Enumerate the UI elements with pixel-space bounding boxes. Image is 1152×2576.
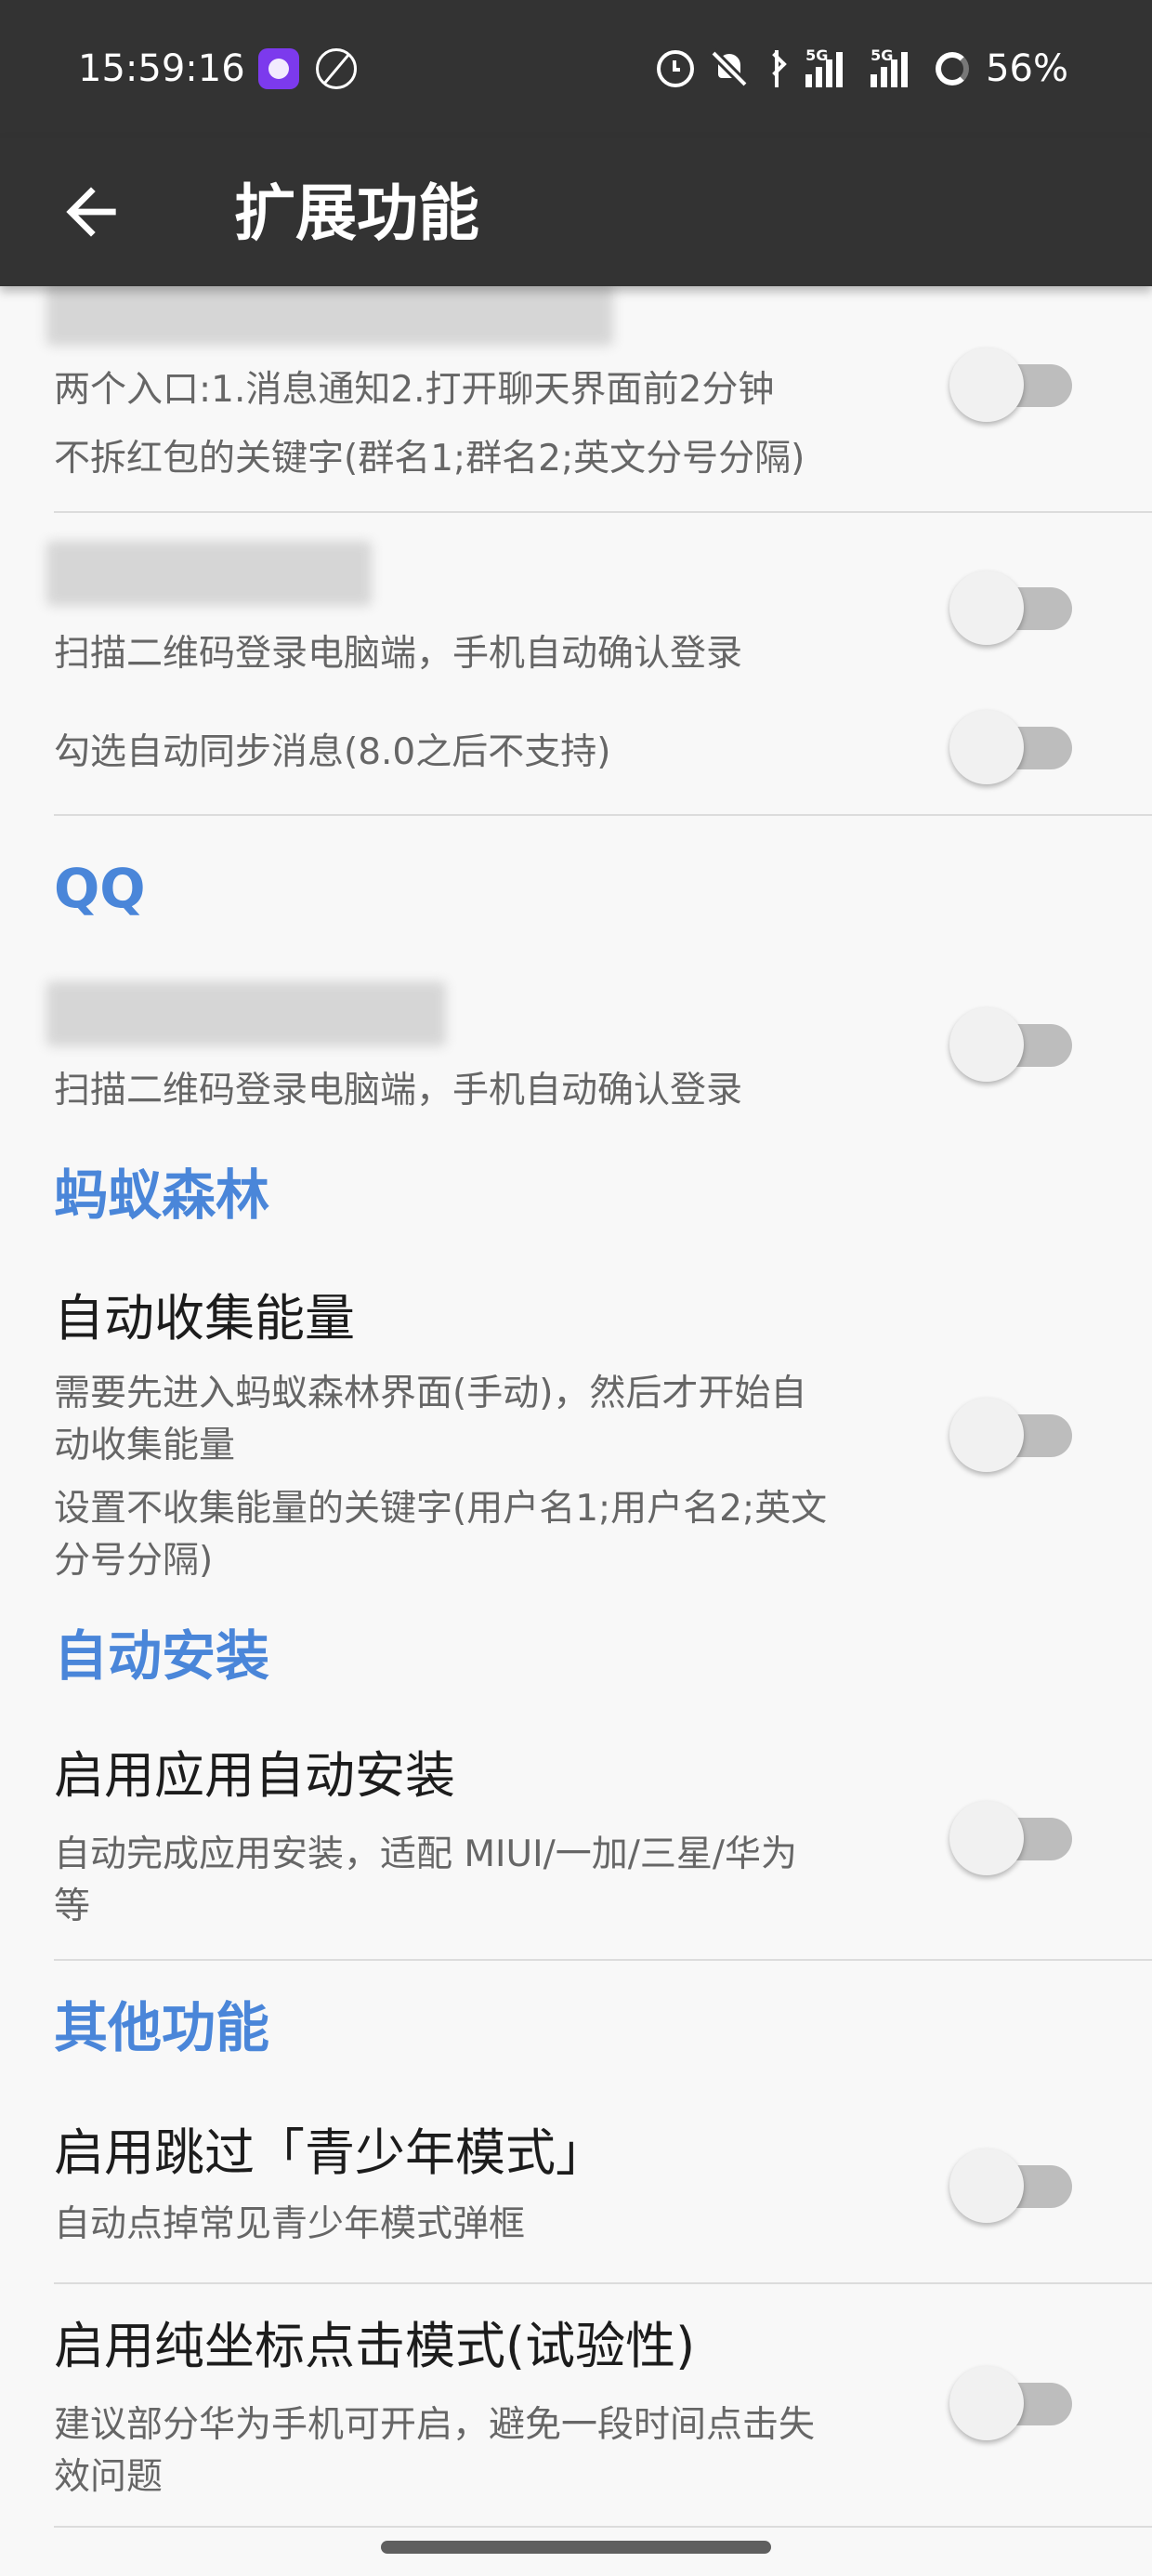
preference-title[interactable]: 启用应用自动安装: [54, 1743, 455, 1808]
toggle-switch[interactable]: [949, 2364, 1074, 2440]
category-title: 自动安装: [54, 1624, 270, 1688]
preference-summary: 自动点掉常见青少年模式弹框: [54, 2203, 526, 2245]
preference-title[interactable]: 启用纯坐标点击模式(试验性): [54, 2314, 695, 2379]
preference-title[interactable]: 启用跳过「青少年模式」: [54, 2121, 606, 2186]
app-bar: 扩展功能: [0, 138, 1152, 286]
gesture-nav-handle[interactable]: [381, 2541, 771, 2554]
status-time: 15:59:16: [78, 47, 245, 90]
page-title: 扩展功能: [234, 177, 479, 249]
battery-percent: 56%: [986, 47, 1068, 90]
preference-summary[interactable]: 设置不收集能量的关键字(用户名1;用户名2;英文: [54, 1483, 827, 1535]
divider: [54, 2282, 1152, 2284]
toggle-switch[interactable]: [949, 708, 1074, 784]
no-sync-icon: [316, 48, 357, 89]
preference-summary: 建议部分华为手机可开启，避免一段时间点击失: [54, 2404, 816, 2446]
preference-summary: 扫描二维码登录电脑端，手机自动确认登录: [54, 633, 743, 675]
toggle-switch[interactable]: [949, 1799, 1074, 1875]
preference-title-redacted: [46, 981, 446, 1046]
preference-summary: 自动完成应用安装，适配 MIUI/一加/三星/华为: [54, 1833, 798, 1875]
toggle-switch[interactable]: [949, 569, 1074, 645]
preference-summary[interactable]: 分号分隔): [54, 1535, 213, 1587]
app-notification-icon: [258, 48, 299, 89]
toggle-switch[interactable]: [949, 1396, 1074, 1472]
divider: [54, 1959, 1152, 1961]
preference-summary: 勾选自动同步消息(8.0之后不支持): [54, 731, 611, 773]
battery-icon: [936, 52, 970, 85]
signal-icon-sim2: 5G: [871, 46, 919, 87]
category-title: 其他功能: [54, 1996, 270, 2059]
toggle-switch[interactable]: [949, 2147, 1074, 2223]
preference-summary[interactable]: 不拆红包的关键字(群名1;群名2;英文分号分隔): [54, 433, 805, 485]
muted-bell-icon: [711, 50, 748, 87]
preference-summary: 需要先进入蚂蚁森林界面(手动)，然后才开始自: [54, 1373, 807, 1414]
arrow-left-icon: [66, 187, 116, 237]
preference-summary: 等: [54, 1886, 91, 1927]
status-icons: 5G 5G 56%: [657, 43, 1068, 95]
preference-summary: 动收集能量: [54, 1425, 236, 1466]
toggle-switch[interactable]: [949, 1005, 1074, 1082]
back-button[interactable]: [54, 175, 128, 249]
category-title: QQ: [54, 857, 146, 920]
preference-title[interactable]: 自动收集能量: [54, 1286, 355, 1351]
preference-title-redacted: [46, 286, 613, 346]
signal-icon-sim1: 5G: [805, 46, 854, 87]
status-bar: 15:59:16 5G 5G 56%: [0, 0, 1152, 138]
toggle-switch[interactable]: [949, 346, 1074, 422]
divider: [54, 814, 1152, 816]
preference-summary: 效问题: [54, 2456, 164, 2498]
bluetooth-icon: [765, 50, 789, 87]
alarm-icon: [657, 50, 695, 87]
category-title: 蚂蚁森林: [54, 1163, 270, 1227]
divider: [54, 2526, 1152, 2528]
settings-list: 两个入口:1.消息通知2.打开聊天界面前2分钟 不拆红包的关键字(群名1;群名2…: [0, 286, 1152, 2576]
preference-summary: 两个入口:1.消息通知2.打开聊天界面前2分钟: [54, 369, 775, 411]
preference-summary: 扫描二维码登录电脑端，手机自动确认登录: [54, 1070, 743, 1111]
preference-title-redacted: [46, 541, 372, 606]
divider: [54, 511, 1152, 513]
